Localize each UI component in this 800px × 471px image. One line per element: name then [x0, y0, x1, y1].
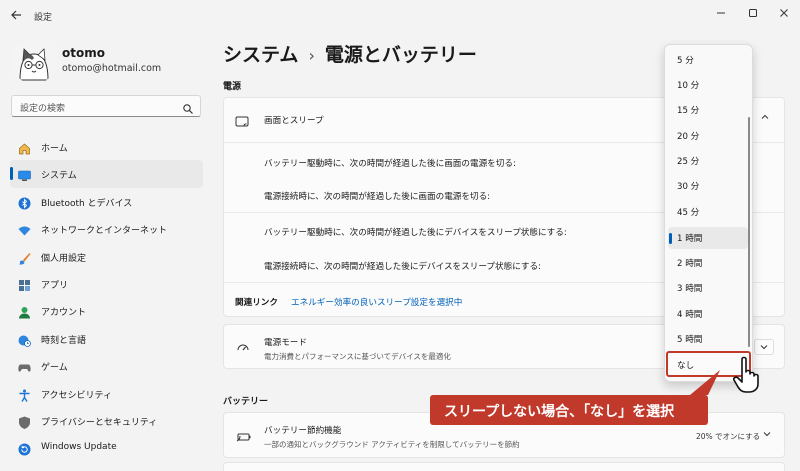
- display-icon: [18, 167, 31, 182]
- search-icon: [182, 100, 194, 114]
- sidebar-item-system[interactable]: システム: [10, 160, 203, 188]
- hand-cursor-icon: [733, 356, 769, 394]
- dropdown-scrollbar[interactable]: [748, 117, 750, 347]
- chevron-down-icon[interactable]: [762, 429, 772, 442]
- minimize-icon[interactable]: [710, 6, 732, 24]
- sidebar-item-label: アカウント: [41, 308, 87, 319]
- apps-icon: [18, 277, 31, 291]
- home-icon: [18, 140, 31, 155]
- battery-saver-value: 20% でオンにする: [696, 432, 761, 441]
- dropdown-option-selected[interactable]: 1 時間: [668, 227, 748, 249]
- sidebar-item-privacy[interactable]: プライバシーとセキュリティ: [10, 407, 203, 434]
- breadcrumb-separator: ›: [308, 46, 315, 65]
- dropdown-option[interactable]: 5 時間: [668, 328, 748, 350]
- sidebar-item-label: ホーム: [41, 144, 68, 154]
- setting-label: 電源接続時に、次の時間が経過した後にデバイスをスリープ状態にする:: [264, 262, 541, 272]
- dropdown-option[interactable]: 4 時間: [668, 303, 748, 325]
- setting-label: バッテリー駆動時に、次の時間が経過した後に画面の電源を切る:: [264, 159, 516, 169]
- breadcrumb-parent[interactable]: システム: [223, 44, 298, 66]
- page-title: 電源とバッテリー: [324, 44, 477, 66]
- sidebar-item-windows-update[interactable]: Windows Update: [10, 434, 203, 461]
- screen-sleep-title: 画面とスリープ: [264, 116, 324, 126]
- power-mode-icon: [236, 340, 250, 354]
- sidebar-item-label: Windows Update: [41, 442, 117, 453]
- screen-sleep-icon: [235, 114, 249, 128]
- search-placeholder: 設定の検索: [20, 104, 66, 114]
- sidebar-item-label: アクセシビリティ: [41, 390, 113, 401]
- user-name: otomo: [62, 46, 105, 60]
- sidebar-item-label: Bluetooth とデバイス: [41, 198, 133, 209]
- sidebar-item-gaming[interactable]: ゲーム: [10, 352, 203, 379]
- dropdown-option[interactable]: 10 分: [668, 74, 748, 96]
- avatar[interactable]: [12, 40, 56, 84]
- sleep-time-dropdown[interactable]: 5 分 10 分 15 分 20 分 25 分 30 分 45 分 1 時間 2…: [664, 44, 753, 382]
- related-links-label: 関連リンク: [235, 298, 278, 308]
- window-title: 設定: [34, 13, 53, 23]
- battery-next-card: [223, 462, 785, 471]
- power-mode-subtitle: 電力消費とパフォーマンスに基づいてデバイスを最適化: [264, 352, 451, 361]
- instruction-callout: スリープしない場合、「なし」を選択: [430, 395, 708, 425]
- sidebar-item-label: 個人用設定: [41, 253, 87, 264]
- sidebar-item-accessibility[interactable]: アクセシビリティ: [10, 380, 203, 407]
- user-email: otomo@hotmail.com: [62, 63, 162, 74]
- dropdown-option[interactable]: 3 時間: [668, 277, 748, 299]
- update-icon: [18, 441, 31, 456]
- sidebar-item-time-language[interactable]: 時刻と言語: [10, 325, 203, 352]
- gamepad-icon: [18, 359, 31, 372]
- battery-section-heading: バッテリー: [223, 397, 269, 407]
- selected-indicator: [669, 233, 672, 244]
- bluetooth-icon: [18, 195, 31, 210]
- sidebar-item-bluetooth[interactable]: Bluetooth とデバイス: [10, 188, 203, 215]
- sidebar-item-label: アプリ: [41, 280, 69, 291]
- account-icon: [18, 304, 31, 319]
- sidebar-item-home[interactable]: ホーム: [10, 133, 203, 160]
- power-section-heading: 電源: [223, 82, 242, 92]
- sidebar-nav: ホーム システム Bluetooth とデバイス ネットワークとインターネット …: [10, 133, 203, 462]
- sidebar-item-apps[interactable]: アプリ: [10, 270, 203, 297]
- sidebar-item-label: システム: [41, 171, 77, 182]
- dropdown-option[interactable]: 15 分: [668, 99, 748, 121]
- sidebar-item-label: ゲーム: [41, 363, 68, 374]
- dropdown-option[interactable]: 5 分: [668, 49, 748, 71]
- sidebar-item-accounts[interactable]: アカウント: [10, 297, 203, 324]
- callout-text: スリープしない場合、「なし」を選択: [444, 404, 675, 420]
- power-mode-dropdown-button[interactable]: [754, 339, 774, 355]
- chevron-up-icon[interactable]: [760, 112, 770, 125]
- globe-clock-icon: [18, 332, 31, 347]
- battery-saver-icon: [236, 429, 251, 443]
- sidebar-item-personalization[interactable]: 個人用設定: [10, 243, 203, 270]
- setting-label: バッテリー駆動時に、次の時間が経過した後にデバイスをスリープ状態にする:: [264, 228, 567, 238]
- maximize-icon[interactable]: [742, 6, 764, 24]
- back-arrow-icon[interactable]: [10, 9, 24, 23]
- setting-label: 電源接続時に、次の時間が経過した後に画面の電源を切る:: [264, 192, 491, 202]
- close-icon[interactable]: [773, 6, 795, 24]
- brush-icon: [18, 250, 31, 265]
- sidebar-item-network[interactable]: ネットワークとインターネット: [10, 215, 203, 242]
- dropdown-option[interactable]: 45 分: [668, 201, 748, 223]
- cat-avatar-icon: [12, 40, 56, 84]
- active-indicator: [10, 167, 13, 181]
- wifi-icon: [18, 222, 31, 236]
- dropdown-option[interactable]: 2 時間: [668, 252, 748, 274]
- shield-icon: [18, 414, 31, 429]
- efficient-sleep-link[interactable]: エネルギー効率の良いスリープ設定を選択中: [291, 296, 462, 308]
- battery-saver-subtitle: 一部の通知とバックグラウンド アクティビティを制限してバッテリーを節約: [264, 440, 520, 449]
- accessibility-icon: [18, 387, 31, 402]
- sidebar-item-label: 時刻と言語: [41, 335, 87, 346]
- search-input[interactable]: 設定の検索: [11, 95, 201, 117]
- power-mode-title: 電源モード: [264, 338, 307, 348]
- sidebar-item-label: ネットワークとインターネット: [41, 226, 168, 237]
- title-bar: 設定: [0, 0, 800, 32]
- battery-saver-title: バッテリー節約機能: [264, 426, 342, 436]
- dropdown-option[interactable]: 20 分: [668, 125, 748, 147]
- dropdown-option[interactable]: 30 分: [668, 175, 748, 197]
- sidebar-item-label: プライバシーとセキュリティ: [41, 417, 158, 428]
- dropdown-option[interactable]: 25 分: [668, 150, 748, 172]
- breadcrumb: システム › 電源とバッテリー: [223, 40, 477, 67]
